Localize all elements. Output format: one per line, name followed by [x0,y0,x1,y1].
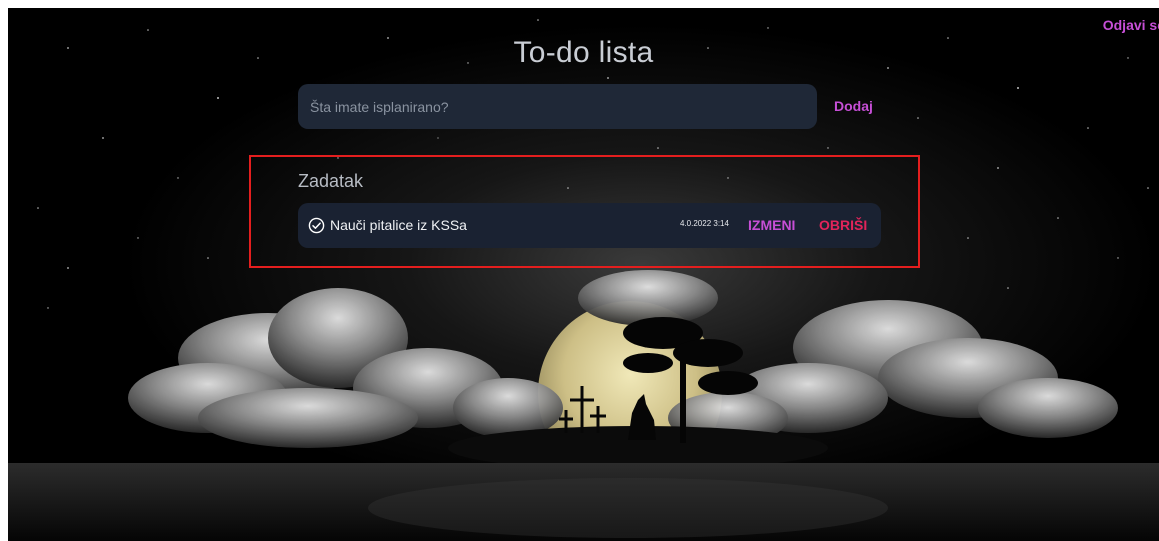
check-circle-icon[interactable] [308,217,325,234]
logout-link[interactable]: Odjavi se [1103,17,1159,33]
task-timestamp: 4.0.2022 3:14 [680,219,729,228]
task-section-heading: Zadatak [298,171,364,191]
delete-task-button[interactable]: OBRIŠI [819,217,867,233]
edit-task-button[interactable]: IZMENI [748,217,795,233]
page-title: To-do lista [513,36,654,69]
task-text: Nauči pitalice iz KSSa [330,217,467,233]
app-stage: Odjavi se To-do lista Dodaj Zadatak Nauč… [8,8,1159,541]
new-task-input[interactable] [298,84,817,129]
task-item: Nauči pitalice iz KSSa 4.0.2022 3:14 IZM… [298,203,881,248]
add-task-button[interactable]: Dodaj [834,98,873,114]
